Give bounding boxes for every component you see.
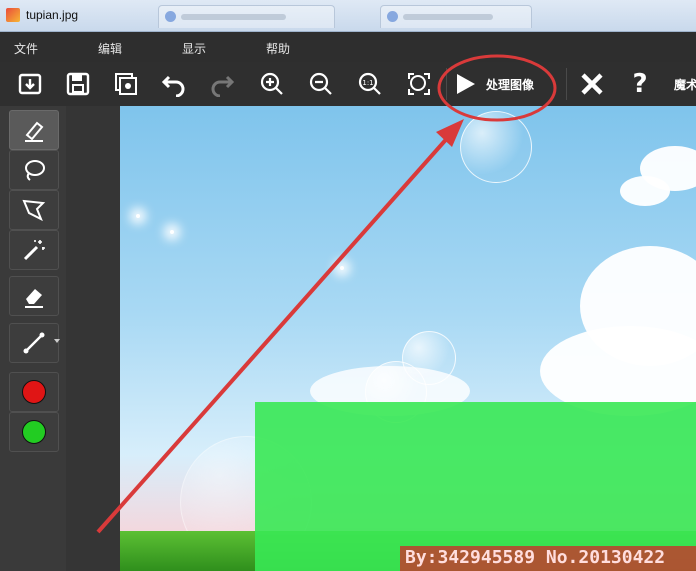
zoom-in-icon bbox=[260, 72, 283, 95]
actual-size-icon: 1:1 bbox=[358, 72, 381, 95]
tool-polygon-lasso[interactable] bbox=[9, 190, 59, 230]
zoom-out-button[interactable] bbox=[305, 68, 337, 100]
process-image-label: 处理图像 bbox=[486, 77, 535, 92]
redo-button[interactable] bbox=[206, 68, 238, 100]
undo-icon bbox=[161, 75, 185, 97]
tool-eraser[interactable] bbox=[9, 276, 59, 316]
help-button[interactable]: ? bbox=[624, 68, 656, 100]
zoom-out-icon bbox=[309, 72, 332, 95]
preview-button[interactable] bbox=[110, 68, 142, 100]
pencil-icon bbox=[25, 121, 44, 142]
green-color-swatch bbox=[22, 420, 46, 444]
app-icon bbox=[6, 8, 20, 22]
menu-view[interactable]: 显示 bbox=[182, 40, 206, 57]
tool-color-green[interactable] bbox=[9, 412, 59, 452]
toolbar: 1:1 处理图像 ? bbox=[0, 62, 696, 106]
actual-size-button[interactable]: 1:1 bbox=[354, 68, 386, 100]
line-icon bbox=[23, 332, 45, 354]
svg-text:1:1: 1:1 bbox=[362, 79, 373, 87]
tools-panel bbox=[0, 106, 66, 571]
sparkle bbox=[136, 214, 140, 218]
tool-line[interactable] bbox=[9, 323, 60, 363]
background-tab[interactable] bbox=[158, 5, 335, 28]
close-icon bbox=[581, 73, 603, 95]
eraser-icon bbox=[25, 289, 43, 308]
red-color-swatch bbox=[22, 380, 46, 404]
cloud bbox=[620, 176, 670, 206]
process-image-button[interactable]: 处理图像 bbox=[452, 68, 562, 100]
fit-window-icon bbox=[408, 73, 430, 95]
browser-tab-icon bbox=[387, 11, 398, 22]
blurred-tab-title bbox=[181, 14, 286, 20]
toolbar-separator bbox=[566, 68, 567, 100]
browser-tab-icon bbox=[165, 11, 176, 22]
blurred-tab-title bbox=[403, 14, 493, 20]
menu-edit[interactable]: 编辑 bbox=[98, 40, 122, 57]
play-icon bbox=[457, 74, 475, 94]
preview-icon bbox=[115, 73, 137, 95]
sparkle bbox=[340, 266, 344, 270]
menu-help[interactable]: 帮助 bbox=[266, 40, 290, 57]
image-canvas[interactable]: By:342945589 No.20130422 bbox=[120, 106, 696, 571]
window-title: tupian.jpg bbox=[26, 8, 79, 22]
zoom-in-button[interactable] bbox=[256, 68, 288, 100]
cancel-button[interactable] bbox=[576, 68, 608, 100]
undo-button[interactable] bbox=[158, 68, 190, 100]
magic-tool-label[interactable]: 魔术 bbox=[674, 76, 696, 93]
magic-wand-icon bbox=[23, 240, 45, 261]
tool-magic-wand[interactable] bbox=[9, 230, 59, 270]
tool-color-red[interactable] bbox=[9, 372, 59, 412]
bubble bbox=[460, 111, 532, 183]
polygon-lasso-icon bbox=[22, 199, 46, 222]
panel-gutter bbox=[66, 106, 120, 571]
save-icon bbox=[66, 72, 90, 96]
tool-lasso[interactable] bbox=[9, 150, 59, 190]
menu-file[interactable]: 文件 bbox=[14, 40, 38, 57]
menu-bar: 文件 编辑 显示 帮助 bbox=[0, 32, 696, 63]
chevron-down-icon bbox=[54, 339, 60, 343]
lasso-icon bbox=[25, 160, 45, 181]
window-titlebar: tupian.jpg bbox=[0, 0, 696, 32]
toolbar-separator bbox=[446, 68, 447, 100]
import-icon bbox=[18, 73, 42, 95]
background-tab[interactable] bbox=[380, 5, 532, 28]
help-icon: ? bbox=[632, 69, 648, 99]
save-button[interactable] bbox=[62, 68, 94, 100]
fit-window-button[interactable] bbox=[403, 68, 435, 100]
redo-icon bbox=[211, 75, 235, 97]
sparkle bbox=[170, 230, 174, 234]
import-button[interactable] bbox=[14, 68, 46, 100]
tool-brush[interactable] bbox=[9, 110, 59, 150]
watermark-text: By:342945589 No.20130422 bbox=[405, 547, 666, 568]
